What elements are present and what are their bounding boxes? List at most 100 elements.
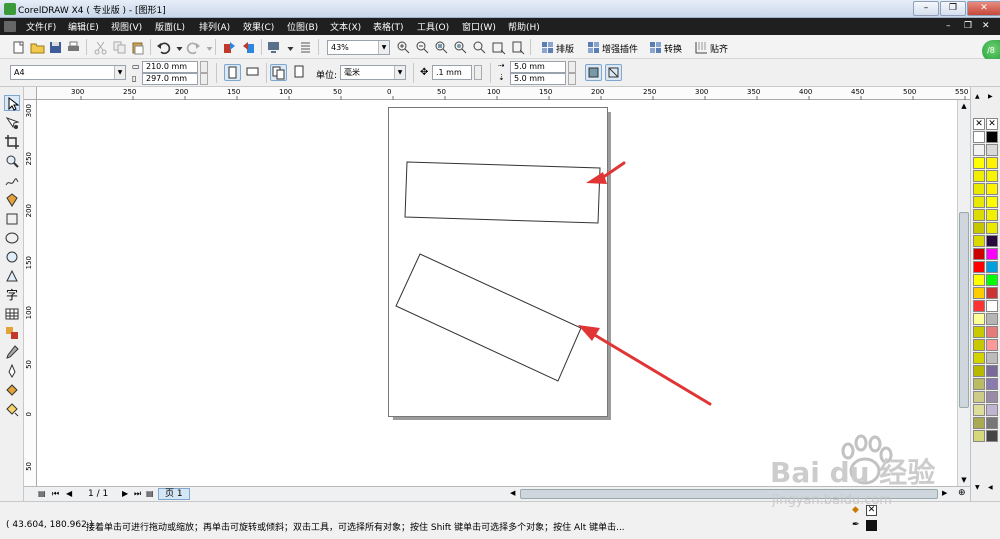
- color-swatch[interactable]: [973, 378, 985, 390]
- color-swatch[interactable]: [986, 313, 998, 325]
- open-folder-icon[interactable]: [30, 40, 45, 55]
- interactive-blend-tool-icon[interactable]: [4, 325, 20, 341]
- menu-text[interactable]: 文本(X): [330, 20, 361, 33]
- page-tab-1[interactable]: 页 1: [158, 488, 190, 500]
- interactive-fill-tool-icon[interactable]: [4, 401, 20, 417]
- launcher-dropdown-icon[interactable]: [283, 42, 294, 57]
- doc-minimize-icon[interactable]: –: [946, 21, 960, 32]
- menu-arrange[interactable]: 排列(A): [199, 20, 230, 33]
- minimize-button[interactable]: –: [913, 1, 939, 16]
- ruler-origin-corner[interactable]: [24, 87, 37, 100]
- color-swatch[interactable]: [986, 352, 998, 364]
- menu-file[interactable]: 文件(F): [26, 20, 56, 33]
- plugin-snap-label[interactable]: 贴齐: [710, 42, 728, 55]
- scroll-up-icon[interactable]: ▲: [958, 100, 970, 112]
- color-swatch[interactable]: [986, 209, 998, 221]
- color-swatch[interactable]: [986, 157, 998, 169]
- previous-page-icon[interactable]: ◀: [66, 489, 76, 499]
- doc-close-icon[interactable]: ✕: [982, 21, 996, 32]
- plugin-layout-label[interactable]: 排版: [556, 42, 574, 55]
- color-swatch[interactable]: [973, 131, 985, 143]
- pick-tool-icon[interactable]: [4, 95, 20, 111]
- color-swatch[interactable]: [986, 404, 998, 416]
- last-page-icon[interactable]: ⏭: [134, 489, 144, 499]
- color-swatch[interactable]: [973, 183, 985, 195]
- color-swatch[interactable]: [986, 196, 998, 208]
- redo-icon[interactable]: [186, 40, 201, 55]
- color-swatch[interactable]: [973, 209, 985, 221]
- no-color-swatch[interactable]: ✕: [973, 118, 985, 130]
- drawing-canvas[interactable]: [37, 100, 957, 486]
- color-swatch[interactable]: [973, 274, 985, 286]
- no-outline-swatch[interactable]: ✕: [986, 118, 998, 130]
- color-swatch[interactable]: [986, 144, 998, 156]
- zoom-in-icon[interactable]: [396, 40, 411, 55]
- vertical-ruler[interactable]: 300 250 200 150 100 50 0 50: [24, 100, 37, 486]
- color-swatch[interactable]: [986, 248, 998, 260]
- color-swatch[interactable]: [986, 300, 998, 312]
- new-document-icon[interactable]: [11, 40, 26, 55]
- welcome-screen-icon[interactable]: [298, 40, 313, 55]
- redo-dropdown-icon[interactable]: [202, 42, 213, 57]
- color-swatch[interactable]: [986, 326, 998, 338]
- duplicate-y-spinner[interactable]: [568, 73, 576, 85]
- menu-window[interactable]: 窗口(W): [462, 20, 496, 33]
- color-swatch[interactable]: [973, 326, 985, 338]
- zoom-page-height-icon[interactable]: [510, 40, 525, 55]
- horizontal-ruler[interactable]: 300 250 200 150 100 50 0 50 100 150 200 …: [24, 87, 970, 100]
- duplicate-x-input[interactable]: 5.0 mm: [510, 61, 566, 73]
- color-swatch[interactable]: [986, 235, 998, 247]
- menu-edit[interactable]: 编辑(E): [68, 20, 99, 33]
- menu-help[interactable]: 帮助(H): [508, 20, 540, 33]
- zoom-page-width-icon[interactable]: [491, 40, 506, 55]
- color-swatch[interactable]: [973, 404, 985, 416]
- plugin-grid-icon[interactable]: [586, 40, 601, 55]
- color-swatch[interactable]: [986, 365, 998, 377]
- table-tool-icon[interactable]: [4, 306, 20, 322]
- snap-grid-icon[interactable]: [694, 40, 709, 55]
- undo-icon[interactable]: [156, 40, 171, 55]
- plugin-enhance-label[interactable]: 增强插件: [602, 42, 638, 55]
- page-width-input[interactable]: 210.0 mm: [142, 61, 198, 73]
- ellipse-tool-icon[interactable]: [4, 230, 20, 246]
- color-swatch[interactable]: [973, 248, 985, 260]
- color-swatch[interactable]: [986, 170, 998, 182]
- vertical-scrollbar[interactable]: ▲ ▼: [957, 100, 970, 486]
- close-button[interactable]: ✕: [967, 1, 1000, 16]
- menu-tools[interactable]: 工具(O): [417, 20, 449, 33]
- color-swatch[interactable]: [973, 287, 985, 299]
- zoom-tool-icon[interactable]: [4, 153, 20, 169]
- zoom-selected-icon[interactable]: [434, 40, 449, 55]
- color-swatch[interactable]: [973, 222, 985, 234]
- portrait-icon[interactable]: [224, 64, 241, 81]
- color-swatch[interactable]: [986, 417, 998, 429]
- page-setup-icon[interactable]: ▤: [38, 489, 48, 499]
- treat-as-filled-icon[interactable]: [585, 64, 602, 81]
- color-swatch[interactable]: [973, 196, 985, 208]
- copy-icon[interactable]: [112, 40, 127, 55]
- color-swatch[interactable]: [986, 131, 998, 143]
- color-swatch[interactable]: [973, 170, 985, 182]
- next-page-icon[interactable]: ▶: [122, 489, 132, 499]
- zoom-all-objects-icon[interactable]: [453, 40, 468, 55]
- color-swatch[interactable]: [973, 391, 985, 403]
- first-page-icon[interactable]: ⏮: [52, 489, 62, 499]
- color-swatch[interactable]: [986, 261, 998, 273]
- units-select[interactable]: 毫米 ▼: [340, 65, 406, 80]
- fill-tool-icon[interactable]: [4, 382, 20, 398]
- shape-tool-icon[interactable]: [4, 115, 20, 131]
- zoom-level-select[interactable]: 43% ▼: [327, 40, 390, 55]
- duplicate-x-spinner[interactable]: [568, 61, 576, 73]
- color-swatch[interactable]: [986, 391, 998, 403]
- color-swatch[interactable]: [986, 287, 998, 299]
- page-height-input[interactable]: 297.0 mm: [142, 73, 198, 85]
- color-swatch[interactable]: [986, 339, 998, 351]
- cut-icon[interactable]: [93, 40, 108, 55]
- paste-icon[interactable]: [130, 40, 145, 55]
- palette-scroll-up-icon[interactable]: ▲: [975, 93, 985, 101]
- save-icon[interactable]: [48, 40, 63, 55]
- export-icon[interactable]: [241, 40, 256, 55]
- scroll-left-icon[interactable]: ◀: [510, 489, 520, 499]
- plugin-convert-label[interactable]: 转换: [664, 42, 682, 55]
- page-width-spinner[interactable]: [200, 61, 208, 73]
